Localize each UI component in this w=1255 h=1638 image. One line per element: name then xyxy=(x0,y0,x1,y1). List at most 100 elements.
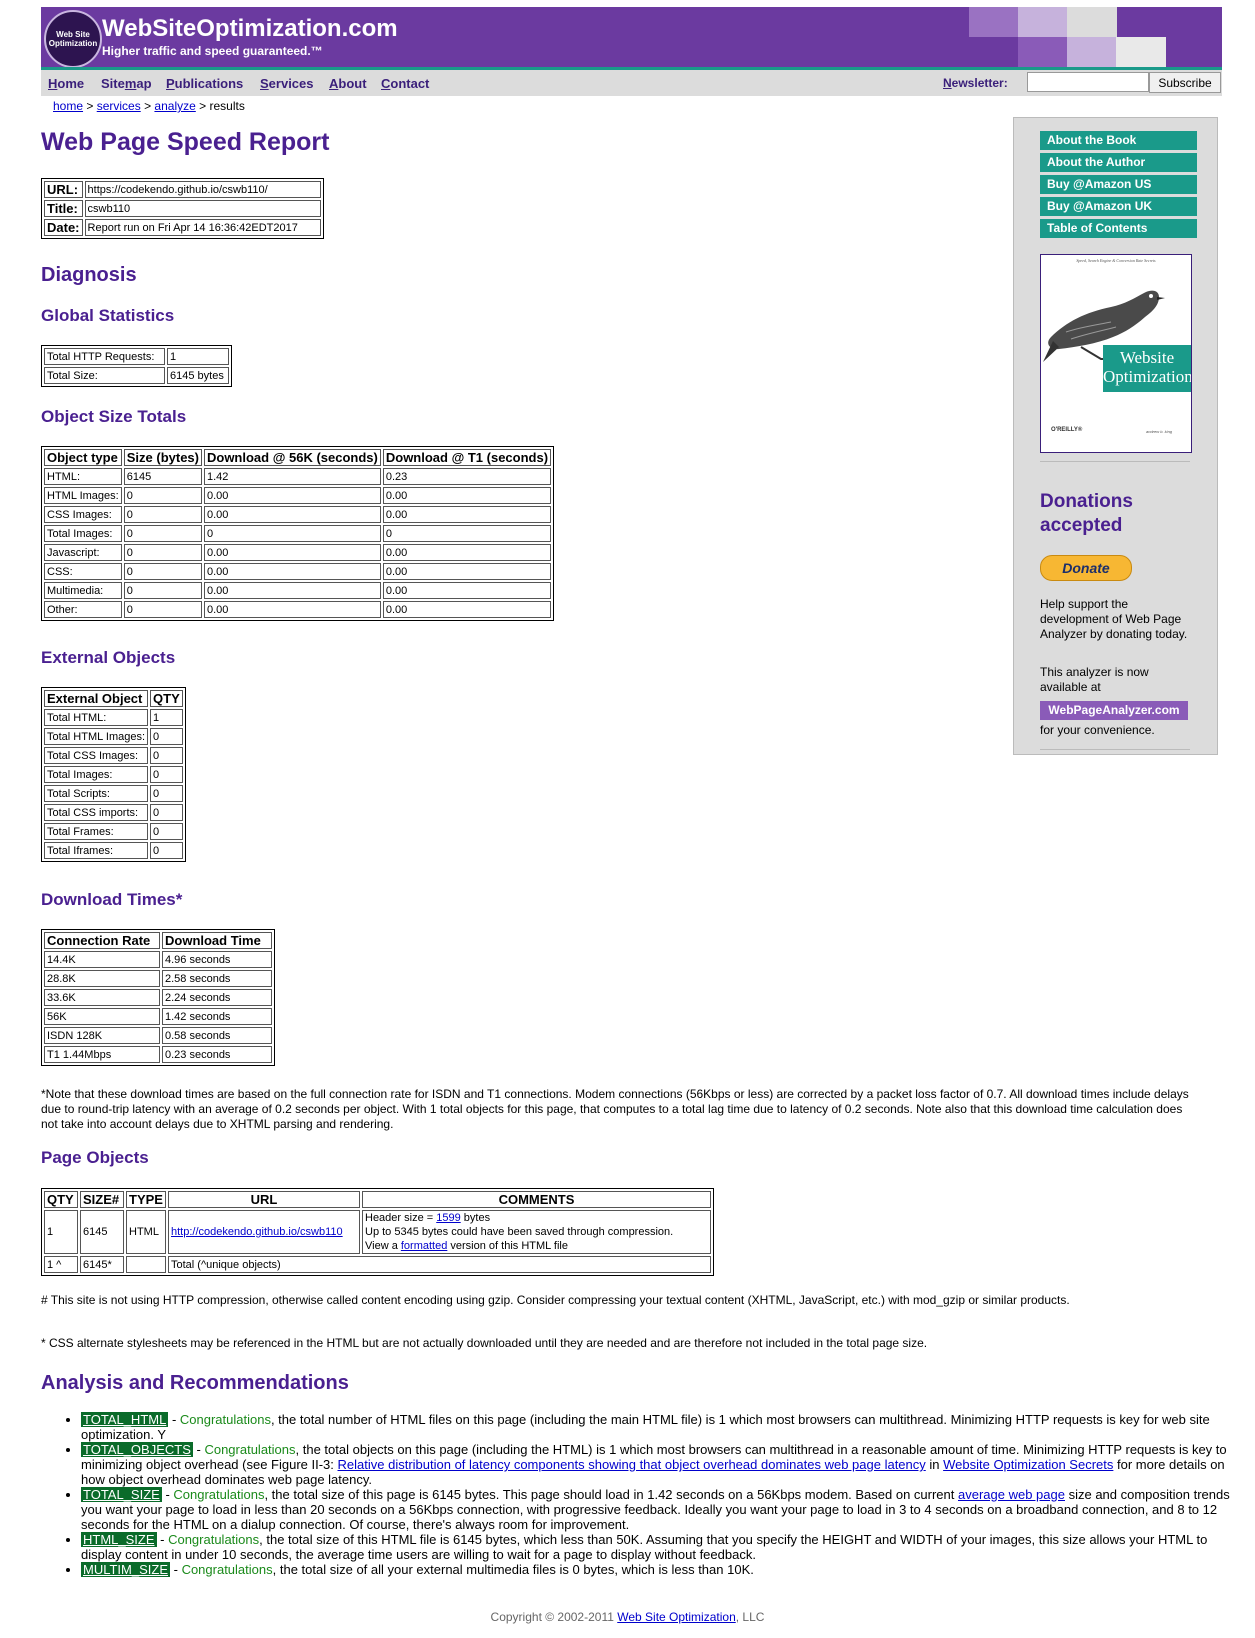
sidebar-link-toc[interactable]: Table of Contents xyxy=(1040,219,1197,238)
sidebar-link-amazon-uk[interactable]: Buy @Amazon UK xyxy=(1040,197,1197,216)
cell-56k: 0.00 xyxy=(203,506,381,523)
cell-object: Total CSS imports: xyxy=(44,804,149,821)
object-comments: Header size = 1599 bytes Up to 5345 byte… xyxy=(362,1210,711,1254)
cell-time: 2.58 seconds xyxy=(162,970,272,987)
table-row: 1 ^ 6145* Total (^unique objects) xyxy=(44,1256,711,1273)
nav-contact[interactable]: Contact xyxy=(381,76,429,91)
list-item: TOTAL_SIZE - Congratulations, the total … xyxy=(81,1487,1231,1532)
external-objects-table: External Object QTY Total HTML: 1 Total HT… xyxy=(41,687,186,862)
convenience-text: for your convenience. xyxy=(1040,723,1155,737)
rec-tag[interactable]: MULTIM_SIZE xyxy=(81,1562,170,1577)
col-header: COMMENTS xyxy=(362,1191,711,1208)
cell-object: Total Frames: xyxy=(44,823,149,840)
cell-object: Total Iframes: xyxy=(44,842,149,859)
donations-title: Donations accepted xyxy=(1040,491,1133,536)
webpageanalyzer-link[interactable]: WebPageAnalyzer.com xyxy=(1040,701,1188,720)
site-title[interactable]: WebSiteOptimization.com xyxy=(102,15,398,43)
rec-tag[interactable]: HTML_SIZE xyxy=(81,1532,157,1547)
cell-rate: 28.8K xyxy=(44,970,160,987)
cell-time: 2.24 seconds xyxy=(162,989,272,1006)
breadcrumb-services[interactable]: services xyxy=(97,99,141,113)
cell-rate: 33.6K xyxy=(44,989,160,1006)
cell-object: Total HTML: xyxy=(44,709,149,726)
cell-t1: 0.00 xyxy=(382,582,552,599)
formatted-link[interactable]: formatted xyxy=(401,1240,447,1252)
cell-time: 1.42 seconds xyxy=(162,1008,272,1025)
header-decoration xyxy=(1067,37,1117,67)
col-header: QTY xyxy=(44,1191,78,1208)
recommendations-list: TOTAL_HTML - Congratulations, the total … xyxy=(59,1412,1231,1577)
cell-56k: 0.00 xyxy=(203,601,381,618)
list-item: MULTIM_SIZE - Congratulations, the total… xyxy=(81,1562,1231,1577)
newsletter-email-input[interactable] xyxy=(1027,72,1149,92)
nav-sitemap[interactable]: Sitemap xyxy=(101,76,152,91)
cell-56k: 1.42 xyxy=(203,468,381,485)
cell-56k: 0.00 xyxy=(203,582,381,599)
cell-object: Total Images: xyxy=(44,766,149,783)
page-objects-table: QTY SIZE# TYPE URL COMMENTS 1 6145 HTML … xyxy=(41,1188,714,1276)
cell-object-type: Multimedia: xyxy=(44,582,122,599)
sidebar-link-about-author[interactable]: About the Author xyxy=(1040,153,1197,172)
average-web-page-link[interactable]: average web page xyxy=(958,1487,1065,1502)
table-row: Total Iframes: 0 xyxy=(44,842,183,859)
table-row: HTML Images: 0 0.00 0.00 xyxy=(44,487,552,504)
footer-link[interactable]: Web Site Optimization xyxy=(617,1610,736,1624)
nav-home[interactable]: Home xyxy=(48,76,84,91)
sidebar-link-about-book[interactable]: About the Book xyxy=(1040,131,1197,150)
table-row: 56K 1.42 seconds xyxy=(44,1008,272,1025)
cell-qty: 0 xyxy=(150,766,183,783)
latency-figure-link[interactable]: Relative distribution of latency compone… xyxy=(338,1457,926,1472)
cell-qty: 1 xyxy=(150,709,183,726)
donate-button[interactable]: Donate xyxy=(1040,555,1132,581)
subscribe-button[interactable]: Subscribe xyxy=(1149,72,1221,93)
support-text: Help support the development of Web Page… xyxy=(1040,597,1188,641)
table-row: Total Frames: 0 xyxy=(44,823,183,840)
page-title: Web Page Speed Report xyxy=(41,128,330,156)
site-logo[interactable]: Web Site Optimization xyxy=(44,10,102,67)
table-row: Multimedia: 0 0.00 0.00 xyxy=(44,582,552,599)
cell-size: 0 xyxy=(123,487,202,504)
cell-object: Total CSS Images: xyxy=(44,747,149,764)
table-row: 33.6K 2.24 seconds xyxy=(44,989,272,1006)
cell-t1: 0.00 xyxy=(382,487,552,504)
object-url-link[interactable]: http://codekendo.github.io/cswb110 xyxy=(171,1226,343,1238)
rec-tag[interactable]: TOTAL_OBJECTS xyxy=(81,1442,193,1457)
table-row: Total HTML Images: 0 xyxy=(44,728,183,745)
col-header: External Object xyxy=(44,690,149,707)
date-label: Date: xyxy=(44,219,83,236)
cell-object-type: Total Images: xyxy=(44,525,122,542)
wso-secrets-link[interactable]: Website Optimization Secrets xyxy=(943,1457,1113,1472)
cell-rate: ISDN 128K xyxy=(44,1027,160,1044)
cell-56k: 0.00 xyxy=(203,487,381,504)
table-row: Javascript: 0 0.00 0.00 xyxy=(44,544,552,561)
header-size-link[interactable]: 1599 xyxy=(436,1212,460,1224)
breadcrumb-home[interactable]: home xyxy=(53,99,83,113)
nav-publications[interactable]: Publications xyxy=(166,76,243,91)
rec-tag[interactable]: TOTAL_HTML xyxy=(81,1412,169,1427)
cell-t1: 0.00 xyxy=(382,601,552,618)
book-subtitle: Speed, Search Engine & Conversion Rate S… xyxy=(1076,258,1156,263)
table-row: 28.8K 2.58 seconds xyxy=(44,970,272,987)
table-row: Total Images: 0 0 0 xyxy=(44,525,552,542)
rec-tag[interactable]: TOTAL_SIZE xyxy=(81,1487,162,1502)
cell-rate: 56K xyxy=(44,1008,160,1025)
cell-object: Total Scripts: xyxy=(44,785,149,802)
table-row: Total HTTP Requests: 1 xyxy=(44,348,229,365)
col-header: Size (bytes) xyxy=(123,449,202,466)
cell-time: 0.58 seconds xyxy=(162,1027,272,1044)
table-row: 14.4K 4.96 seconds xyxy=(44,951,272,968)
book-cover-image[interactable]: Speed, Search Engine & Conversion Rate S… xyxy=(1040,254,1192,453)
cell-size: 0 xyxy=(123,601,202,618)
download-note: *Note that these download times are base… xyxy=(41,1087,1189,1131)
nav-about[interactable]: About xyxy=(329,76,367,91)
header-decoration xyxy=(1116,37,1166,67)
available-text: This analyzer is now available at xyxy=(1040,665,1149,694)
object-size-table: Object type Size (bytes) Download @ 56K … xyxy=(41,446,555,621)
page-objects-heading: Page Objects xyxy=(41,1148,149,1167)
compression-note: # This site is not using HTTP compressio… xyxy=(41,1293,1070,1307)
nav-services[interactable]: Services xyxy=(260,76,314,91)
breadcrumb-analyze[interactable]: analyze xyxy=(154,99,195,113)
sidebar-link-amazon-us[interactable]: Buy @Amazon US xyxy=(1040,175,1197,194)
cell-size: 0 xyxy=(123,525,202,542)
global-stats-heading: Global Statistics xyxy=(41,306,175,325)
